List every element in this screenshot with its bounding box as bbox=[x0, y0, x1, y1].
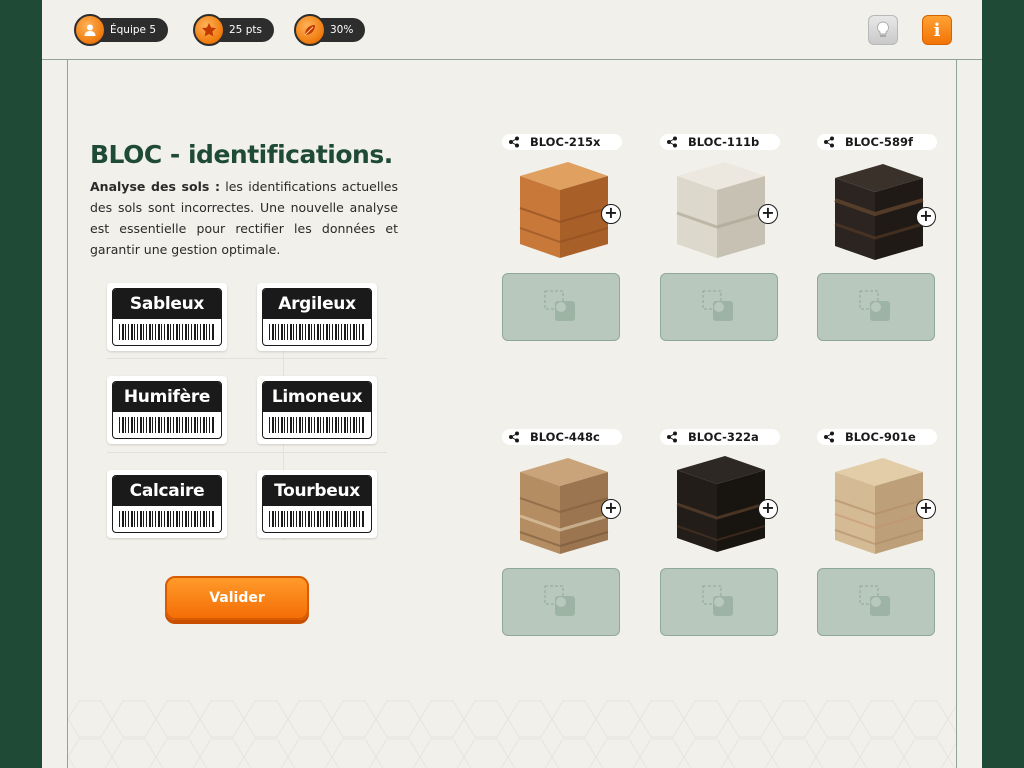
add-icon[interactable]: + bbox=[758, 499, 778, 519]
block-tag: BLOC-111b bbox=[660, 134, 780, 150]
instructions-lead: Analyse des sols : bbox=[90, 179, 220, 194]
share-icon bbox=[509, 431, 519, 443]
soil-cube[interactable] bbox=[827, 160, 927, 264]
star-icon bbox=[193, 14, 225, 46]
block-tag: BLOC-589f bbox=[817, 134, 937, 150]
drop-target-icon bbox=[702, 585, 733, 616]
drop-slot[interactable] bbox=[660, 568, 778, 636]
label-text: Argileux bbox=[263, 289, 371, 319]
info-icon: i bbox=[933, 19, 941, 41]
drop-target-icon bbox=[859, 585, 890, 616]
drop-target-icon bbox=[544, 290, 575, 321]
info-button[interactable]: i bbox=[922, 15, 952, 45]
label-humifere[interactable]: Humifère bbox=[107, 376, 227, 444]
soil-sample-image bbox=[676, 456, 766, 552]
drop-slot[interactable] bbox=[817, 273, 935, 341]
barcode bbox=[269, 511, 365, 527]
drop-slot[interactable] bbox=[502, 273, 620, 341]
label-sableux[interactable]: Sableux bbox=[107, 283, 227, 351]
block-id: BLOC-322a bbox=[688, 430, 759, 444]
label-tourbeux[interactable]: Tourbeux bbox=[257, 470, 377, 538]
soil-cube[interactable] bbox=[669, 452, 769, 556]
block-tag: BLOC-901e bbox=[817, 429, 937, 445]
page-title: BLOC - identifications. bbox=[90, 140, 393, 169]
soil-sample-image bbox=[676, 162, 766, 258]
share-icon bbox=[509, 136, 519, 148]
block-id: BLOC-111b bbox=[688, 135, 760, 149]
label-argileux[interactable]: Argileux bbox=[257, 283, 377, 351]
block-id: BLOC-215x bbox=[530, 135, 601, 149]
share-icon bbox=[824, 431, 834, 443]
block-tag: BLOC-448c bbox=[502, 429, 622, 445]
drop-slot[interactable] bbox=[817, 568, 935, 636]
soil-cube[interactable] bbox=[827, 454, 927, 558]
progress-value: 30% bbox=[330, 24, 354, 36]
drop-slot[interactable] bbox=[502, 568, 620, 636]
label-text: Calcaire bbox=[113, 476, 221, 506]
share-icon bbox=[667, 136, 677, 148]
label-limoneux[interactable]: Limoneux bbox=[257, 376, 377, 444]
label-text: Humifère bbox=[113, 382, 221, 412]
add-icon[interactable]: + bbox=[916, 207, 936, 227]
block-tag: BLOC-215x bbox=[502, 134, 622, 150]
instructions: Analyse des sols : les identifications a… bbox=[90, 176, 398, 260]
drop-slot[interactable] bbox=[660, 273, 778, 341]
soil-cube[interactable] bbox=[512, 454, 612, 558]
hexagon-pattern bbox=[68, 700, 956, 768]
label-text: Limoneux bbox=[263, 382, 371, 412]
grid-divider bbox=[107, 358, 387, 359]
leaf-icon bbox=[294, 14, 326, 46]
barcode bbox=[269, 417, 365, 433]
drop-target-icon bbox=[859, 290, 890, 321]
barcode bbox=[119, 511, 215, 527]
hint-button[interactable] bbox=[868, 15, 898, 45]
drop-target-icon bbox=[544, 585, 575, 616]
validate-button[interactable]: Valider bbox=[165, 576, 309, 620]
barcode bbox=[119, 324, 215, 340]
barcode bbox=[119, 417, 215, 433]
points-value: 25 pts bbox=[229, 24, 262, 36]
drop-target-icon bbox=[702, 290, 733, 321]
team-name: Équipe 5 bbox=[110, 24, 157, 36]
block-tag: BLOC-322a bbox=[660, 429, 780, 445]
soil-cube[interactable] bbox=[512, 158, 612, 262]
add-icon[interactable]: + bbox=[916, 499, 936, 519]
label-text: Tourbeux bbox=[263, 476, 371, 506]
soil-sample-image bbox=[519, 458, 609, 554]
frame-left-border bbox=[67, 60, 68, 768]
share-icon bbox=[667, 431, 677, 443]
game-board: Équipe 5 25 pts 30% i BLOC - identificat… bbox=[42, 0, 982, 768]
frame-right-border bbox=[956, 60, 957, 768]
soil-sample-image bbox=[519, 162, 609, 258]
lightbulb-icon bbox=[877, 21, 889, 37]
label-calcaire[interactable]: Calcaire bbox=[107, 470, 227, 538]
add-icon[interactable]: + bbox=[758, 204, 778, 224]
grid-divider bbox=[107, 452, 387, 453]
soil-sample-image bbox=[834, 164, 924, 260]
block-id: BLOC-448c bbox=[530, 430, 600, 444]
add-icon[interactable]: + bbox=[601, 204, 621, 224]
soil-cube[interactable] bbox=[669, 158, 769, 262]
block-id: BLOC-589f bbox=[845, 135, 913, 149]
soil-sample-image bbox=[834, 458, 924, 554]
add-icon[interactable]: + bbox=[601, 499, 621, 519]
label-text: Sableux bbox=[113, 289, 221, 319]
team-indicator: Équipe 5 bbox=[74, 14, 169, 46]
progress-indicator: 30% bbox=[294, 14, 366, 46]
share-icon bbox=[824, 136, 834, 148]
top-bar: Équipe 5 25 pts 30% i bbox=[42, 0, 982, 60]
user-icon bbox=[74, 14, 106, 46]
barcode bbox=[269, 324, 365, 340]
block-id: BLOC-901e bbox=[845, 430, 916, 444]
points-indicator: 25 pts bbox=[193, 14, 274, 46]
